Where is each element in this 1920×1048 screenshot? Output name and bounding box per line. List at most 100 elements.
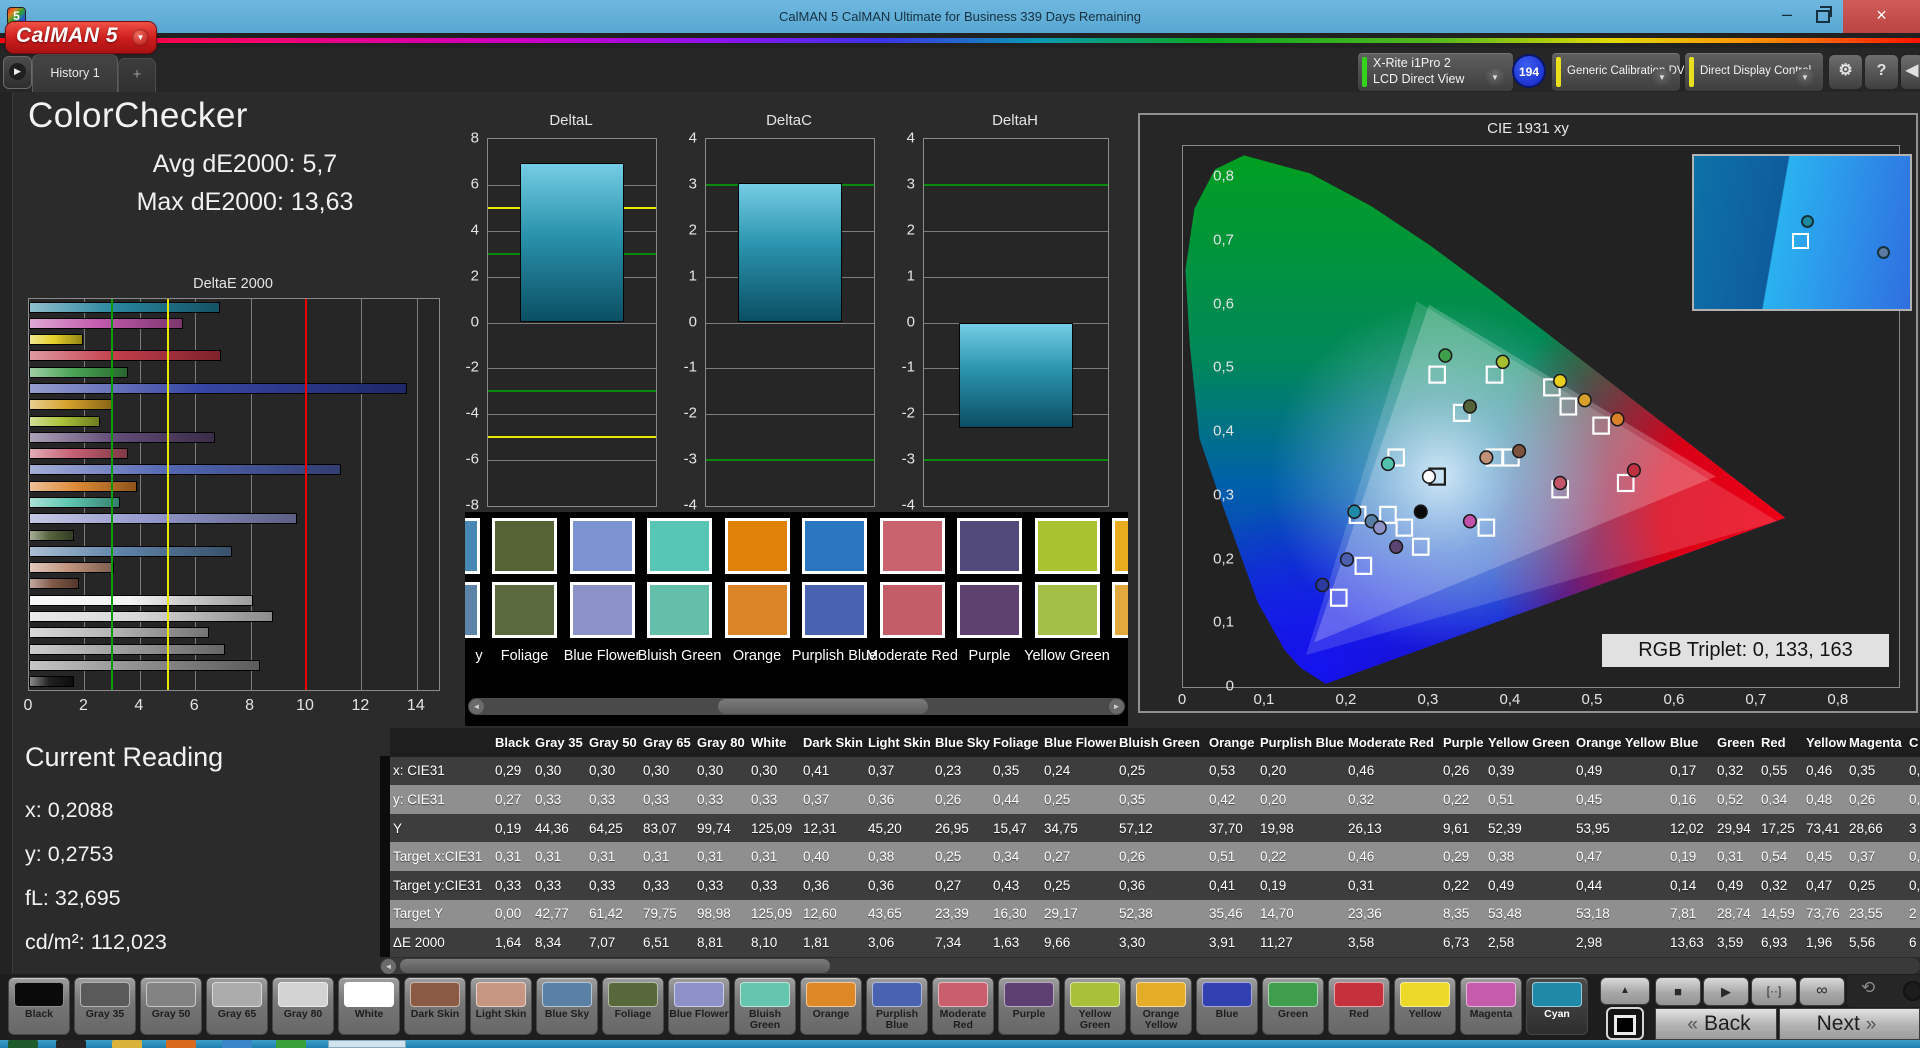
table-cell: Yellow (1806, 734, 1846, 750)
taskbar-folder-icon[interactable] (112, 1040, 142, 1048)
y-tick-label: 0 (470, 313, 479, 330)
patch-button-moderate-red[interactable]: Moderate Red (932, 977, 994, 1035)
cie-y-tick: 0,1 (1213, 613, 1234, 631)
taskbar-active-app[interactable] (328, 1040, 406, 1048)
play-button[interactable]: ▶ (1703, 977, 1749, 1006)
patch-button-foliage[interactable]: Foliage (602, 977, 664, 1035)
patch-button-orange[interactable]: Orange (800, 977, 862, 1035)
table-cell: 23,39 (935, 906, 969, 922)
left-splitter[interactable] (0, 92, 13, 974)
patch-button-bluish-green[interactable]: Bluish Green (734, 977, 796, 1035)
patch-button-purple[interactable]: Purple (998, 977, 1060, 1035)
patch-color (1532, 982, 1582, 1007)
restore-button[interactable] (1804, 0, 1840, 33)
patch-button-purplish-blue[interactable]: Purplish Blue (866, 977, 928, 1035)
table-cell: 0,48 (1806, 791, 1833, 807)
tab-history-1[interactable]: History 1 (32, 54, 118, 93)
infinity-icon: ∞ (1816, 982, 1828, 999)
add-tab-button[interactable]: + (118, 58, 156, 93)
taskbar-start-icon[interactable] (8, 1040, 38, 1048)
table-cell: C (1909, 734, 1919, 750)
scrollbar-thumb[interactable] (400, 959, 830, 973)
patch-button-cyan[interactable]: Cyan (1526, 977, 1588, 1035)
patch-button-white[interactable]: White (338, 977, 400, 1035)
calman-logo[interactable]: CalMAN 5 ▼ (6, 22, 156, 53)
patch-button-gray-80[interactable]: Gray 80 (272, 977, 334, 1035)
minimize-button[interactable]: – (1770, 0, 1804, 33)
settings-button[interactable]: ⚙ (1828, 54, 1863, 90)
table-cell: 12,02 (1670, 820, 1704, 836)
measured-point-green (1438, 348, 1453, 363)
taskbar-icon[interactable] (276, 1040, 306, 1048)
patch-button-blue-sky[interactable]: Blue Sky (536, 977, 598, 1035)
patch-button-green[interactable]: Green (1262, 977, 1324, 1035)
measured-swatch-yellow-green (1034, 582, 1100, 638)
chevron-down-icon[interactable]: ▼ (1650, 69, 1674, 86)
table-cell: 0,31 (535, 849, 562, 865)
patch-button-gray-65[interactable]: Gray 65 (206, 977, 268, 1035)
table-cell: 0,30 (697, 763, 724, 779)
taskbar-browser-icon[interactable] (222, 1040, 252, 1048)
windows-taskbar[interactable] (0, 1040, 1920, 1048)
continuous-read-button[interactable]: ∞ (1799, 977, 1845, 1006)
x-tick-label: 12 (351, 697, 370, 714)
table-cell: 0,34 (993, 849, 1020, 865)
table-row: Target x:CIE31 0,31 0,31 0,31 0,31 0,31 0,31 0,… (390, 842, 1920, 871)
next-button[interactable]: Next» (1779, 1008, 1920, 1040)
scroll-right-icon[interactable]: ► (1109, 699, 1124, 714)
target-swatch-moderate-red (879, 518, 945, 574)
scroll-left-icon[interactable]: ◄ (381, 958, 396, 974)
chevron-down-icon[interactable]: ▼ (1483, 69, 1507, 86)
patch-button-dark-skin[interactable]: Dark Skin (404, 977, 466, 1035)
workspace-expander-button[interactable]: ▶ (3, 56, 32, 89)
patch-button-blue-flower[interactable]: Blue Flower (668, 977, 730, 1035)
patch-button-yellow[interactable]: Yellow (1394, 977, 1456, 1035)
target-swatch-yellow-green (1034, 518, 1100, 574)
patch-button-light-skin[interactable]: Light Skin (470, 977, 532, 1035)
collapse-panel-button[interactable]: ◀ (1900, 54, 1920, 90)
table-scrollbar[interactable]: ◄ (380, 958, 1920, 974)
source-selector[interactable]: Generic Calibration DVD ▼ (1551, 52, 1693, 92)
refresh-icon[interactable]: ⟲ (1861, 978, 1875, 998)
window-size-button[interactable] (1606, 1007, 1644, 1040)
back-button[interactable]: «Back (1655, 1008, 1777, 1040)
table-cell: 0,36 (868, 791, 895, 807)
patch-button-orange-yellow[interactable]: Orange Yellow (1130, 977, 1192, 1035)
patch-button-black[interactable]: Black (8, 977, 70, 1035)
measured-point-yellow (1553, 373, 1568, 389)
patch-button-gray-50[interactable]: Gray 50 (140, 977, 202, 1035)
play-icon: ▶ (1721, 984, 1731, 999)
compare-scrollbar[interactable]: ◄ ► (468, 698, 1125, 715)
meter-label: X-Rite i1Pro 2 LCD Direct View (1373, 56, 1465, 86)
patch-button-yellow-green[interactable]: Yellow Green (1064, 977, 1126, 1035)
stop-button[interactable]: ■ (1655, 977, 1701, 1006)
x-tick-label: 8 (245, 697, 255, 714)
cie-y-tick: 0,6 (1213, 295, 1234, 312)
record-icon[interactable] (1903, 981, 1920, 1001)
table-cell: 57,12 (1119, 820, 1153, 836)
taskbar-icon[interactable] (166, 1040, 196, 1048)
deltaE-bar-blue (29, 382, 407, 394)
logo-dropdown-icon[interactable]: ▼ (132, 29, 149, 46)
table-cell: Red (1761, 734, 1786, 750)
reference-line (706, 459, 874, 462)
help-button[interactable]: ? (1864, 54, 1899, 90)
chevron-down-icon[interactable]: ▼ (1793, 69, 1817, 86)
table-cell: 37,70 (1209, 820, 1243, 836)
patch-button-blue[interactable]: Blue (1196, 977, 1258, 1035)
display-control-selector[interactable]: Direct Display Control ▼ (1684, 52, 1824, 92)
palette-expand-button[interactable]: ▲ (1600, 977, 1650, 1005)
series-read-button[interactable]: [··] (1751, 977, 1797, 1006)
deltaE-bar-moderate-red (29, 448, 129, 460)
table-cell: 0,36 (868, 877, 895, 893)
scroll-left-icon[interactable]: ◄ (469, 699, 484, 714)
scrollbar-thumb[interactable] (717, 699, 928, 714)
taskbar-icon[interactable] (56, 1040, 86, 1048)
patch-button-gray-35[interactable]: Gray 35 (74, 977, 136, 1035)
patch-button-magenta[interactable]: Magenta (1460, 977, 1522, 1035)
close-button[interactable]: × (1843, 0, 1920, 33)
patch-button-red[interactable]: Red (1328, 977, 1390, 1035)
table-cell: 0, (1909, 877, 1920, 893)
table-cell: 0,38 (868, 849, 895, 865)
meter-selector[interactable]: X-Rite i1Pro 2 LCD Direct View ▼ (1357, 52, 1514, 92)
